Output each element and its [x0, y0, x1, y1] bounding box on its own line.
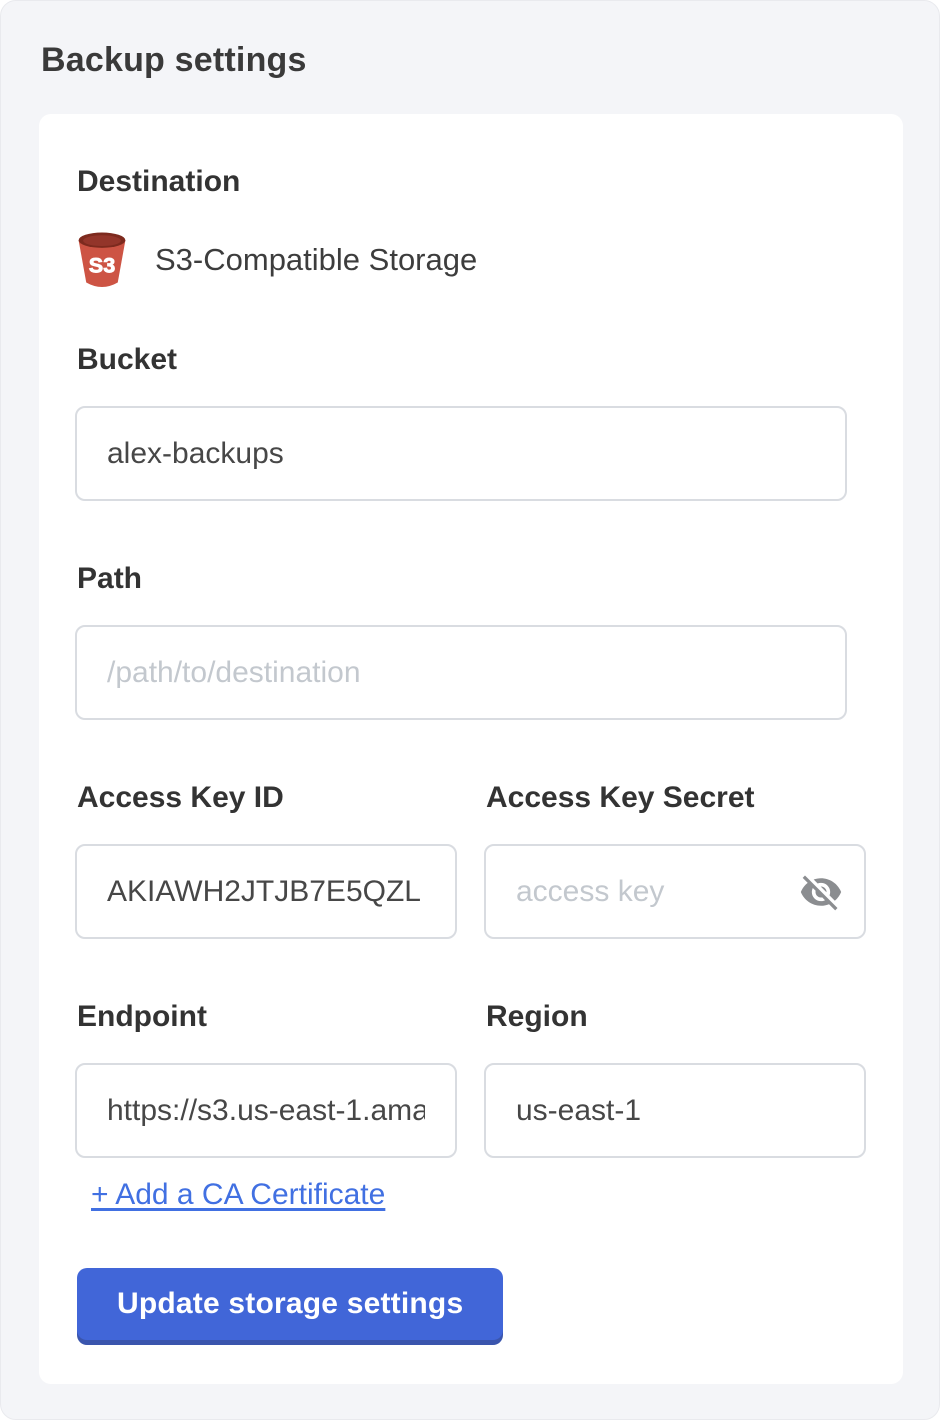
backup-settings-card: Destination S3 S3-Compatible Storage Buc…	[39, 114, 903, 1384]
add-ca-certificate-link[interactable]: + Add a CA Certificate	[91, 1178, 385, 1212]
region-field: Region	[484, 999, 866, 1158]
endpoint-field: Endpoint	[75, 999, 457, 1158]
submit-row: Update storage settings	[75, 1212, 867, 1340]
endpoint-input[interactable]	[75, 1063, 457, 1158]
access-keys-row: Access Key ID Access Key Secret	[75, 780, 867, 939]
access-key-secret-label: Access Key Secret	[486, 780, 866, 816]
eye-off-icon[interactable]	[798, 869, 844, 915]
path-label: Path	[77, 561, 867, 597]
path-field: Path	[75, 561, 867, 720]
backup-settings-page: Backup settings Destination S3 S3-Compat…	[0, 0, 940, 1420]
region-input[interactable]	[484, 1063, 866, 1158]
access-key-id-label: Access Key ID	[77, 780, 457, 816]
destination-value: S3-Compatible Storage	[155, 242, 477, 278]
bucket-field: Bucket	[75, 342, 867, 501]
path-input[interactable]	[75, 625, 847, 720]
access-key-secret-field: Access Key Secret	[484, 780, 866, 939]
destination-row: S3 S3-Compatible Storage	[75, 230, 867, 290]
destination-label: Destination	[77, 164, 867, 200]
endpoint-region-row: Endpoint Region	[75, 999, 867, 1158]
update-storage-settings-button[interactable]: Update storage settings	[77, 1268, 503, 1340]
endpoint-label: Endpoint	[77, 999, 457, 1035]
access-key-id-input[interactable]	[75, 844, 457, 939]
page-title: Backup settings	[41, 41, 901, 80]
s3-bucket-icon: S3	[75, 230, 129, 290]
region-label: Region	[486, 999, 866, 1035]
bucket-input[interactable]	[75, 406, 847, 501]
svg-text:S3: S3	[89, 253, 115, 278]
access-key-secret-input-wrap	[484, 844, 866, 939]
access-key-id-field: Access Key ID	[75, 780, 457, 939]
bucket-label: Bucket	[77, 342, 867, 378]
